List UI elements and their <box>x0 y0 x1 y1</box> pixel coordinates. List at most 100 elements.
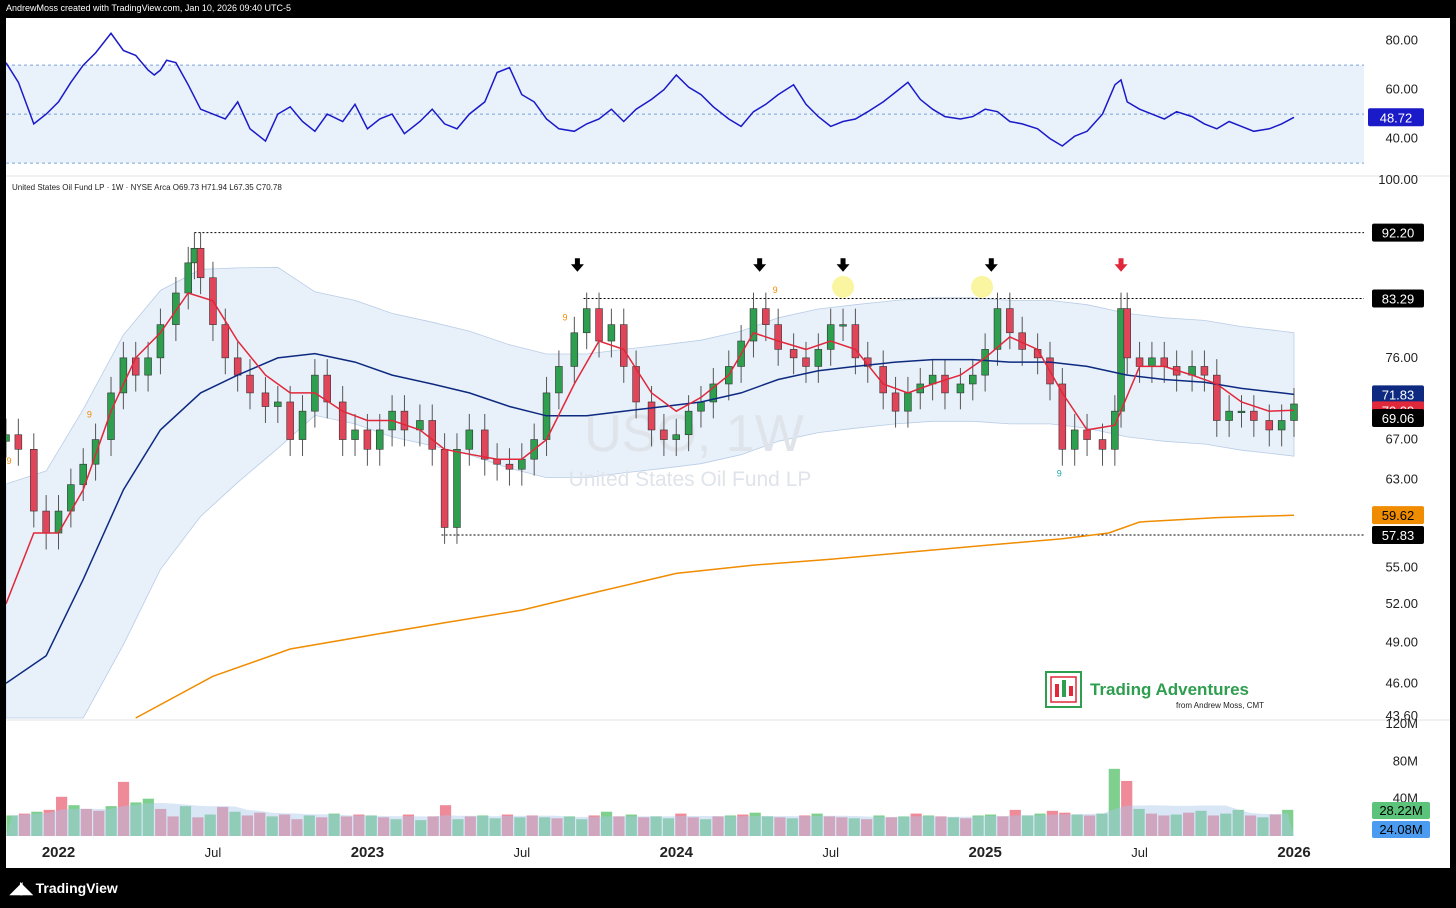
candle-body <box>1200 366 1209 376</box>
rsi-last-label: 48.72 <box>1380 110 1413 125</box>
candle-body <box>338 401 347 440</box>
candle-body <box>42 510 50 534</box>
price-tick-label: 63.00 <box>1385 471 1418 486</box>
rsi-tick-label: 60.00 <box>1385 82 1418 97</box>
x-tick-label: Jul <box>205 845 222 860</box>
candle-body <box>1117 308 1125 412</box>
level-label: 57.83 <box>1382 528 1415 543</box>
candle-body <box>1135 357 1144 367</box>
axes: 2022 Jul 2023 Jul 2024 Jul 2025 Jul 2026 <box>42 844 1311 861</box>
price-tick-label: 67.00 <box>1385 432 1418 447</box>
price-tick-label: 76.00 <box>1385 350 1418 365</box>
arrow-down-icon <box>836 258 850 272</box>
arrow-down-icon <box>1114 258 1128 272</box>
x-tick-label: Jul <box>1131 845 1148 860</box>
rsi-tick-label: 80.00 <box>1385 33 1418 48</box>
ohlc-readout: United States Oil Fund LP · 1W · NYSE Ar… <box>12 183 282 192</box>
candle-body <box>762 308 770 325</box>
candle-body <box>697 401 705 412</box>
price-tick-label: 55.00 <box>1385 559 1418 574</box>
candle-body <box>286 401 294 440</box>
volume-pane: 120M80M40M28.22M24.08M <box>6 716 1430 838</box>
candle-body <box>1083 429 1091 440</box>
top-bar: AndrewMoss created with TradingView.com,… <box>0 0 1456 18</box>
volume-tick-label: 80M <box>1393 753 1418 768</box>
brand-logo-candle-1 <box>1055 684 1059 697</box>
tradingview-logo[interactable]: ◢◣ TradingView <box>10 878 118 898</box>
count-label: 9 <box>563 313 568 323</box>
highlight-circle <box>832 275 855 298</box>
candle-body <box>2 434 10 442</box>
arrow-down-icon <box>753 258 767 272</box>
candle-body <box>221 324 230 359</box>
candle-body <box>131 357 140 376</box>
volume-tick-label: 120M <box>1385 716 1418 731</box>
candle-body <box>891 392 900 412</box>
candle-body <box>481 429 489 460</box>
candle-body <box>428 420 436 450</box>
count-label: 9 <box>773 285 778 295</box>
x-tick-label: 2026 <box>1277 844 1310 861</box>
candle-body <box>363 429 372 450</box>
candle-body <box>323 374 331 403</box>
credit-text: AndrewMoss created with TradingView.com,… <box>6 3 291 13</box>
candle-body <box>904 392 912 412</box>
candle-body <box>839 324 847 327</box>
tradingview-icon: ◢◣ <box>10 880 33 897</box>
candle-body <box>261 392 270 407</box>
candle-body <box>789 349 798 359</box>
candle-body <box>298 410 307 440</box>
brand-tagline: from Andrew Moss, CMT <box>1176 701 1264 710</box>
candle-body <box>1265 420 1274 431</box>
watermark-ticker: USO, 1W <box>584 405 804 463</box>
footer-bar <box>0 868 1456 908</box>
volume-average-area <box>6 803 1294 836</box>
candle-body <box>570 332 579 367</box>
candle-body <box>1290 403 1298 421</box>
watermark-name: United States Oil Fund LP <box>569 468 812 491</box>
x-tick-label: Jul <box>514 845 531 860</box>
candle-body <box>465 429 474 450</box>
candle-body <box>647 401 656 431</box>
candle-body <box>620 324 628 367</box>
brand-logo: Trading Adventures from Andrew Moss, CMT <box>1045 671 1264 710</box>
candle-body <box>184 262 192 294</box>
candle-body <box>684 410 693 436</box>
candle-body <box>246 374 254 394</box>
candle-body <box>607 324 616 342</box>
candle-body <box>774 324 782 350</box>
candle-body <box>826 324 835 350</box>
candle-body <box>119 357 128 394</box>
volume-label-up: 28.22M <box>1379 803 1422 818</box>
count-label: 9 <box>87 410 92 420</box>
candle-body <box>351 429 359 440</box>
candle-body <box>595 308 603 342</box>
candle-body <box>518 458 526 470</box>
candle-body <box>981 349 989 376</box>
candle-body <box>814 349 823 367</box>
level-label: 92.20 <box>1382 226 1415 241</box>
arrow-down-icon <box>570 258 584 272</box>
candle-body <box>1277 420 1286 431</box>
last-price-label: 69.06 <box>1382 411 1415 426</box>
x-tick-label: 2023 <box>351 844 384 861</box>
candle-body <box>660 429 668 440</box>
candle-body <box>1006 308 1014 334</box>
chart-svg[interactable]: 80.00 60.00 40.00 48.72 United States Oil F… <box>2 18 1450 868</box>
price-band <box>5 266 1295 719</box>
price-tick-label: 46.00 <box>1385 675 1418 690</box>
x-tick-label: 2024 <box>660 844 694 861</box>
x-tick-label: 2025 <box>968 844 1001 861</box>
price-tick-label: 49.00 <box>1385 634 1418 649</box>
candle-body <box>14 434 23 450</box>
candle-body <box>802 357 810 367</box>
candle-body <box>1160 357 1169 367</box>
candle-body <box>375 429 384 450</box>
candle-body <box>1123 308 1131 359</box>
candle-body <box>993 308 1002 350</box>
candle-body <box>1213 374 1221 421</box>
rsi-pane: 80.00 60.00 40.00 48.72 <box>5 32 1450 177</box>
candle-body <box>453 448 461 528</box>
volume-label-avg: 24.08M <box>1379 822 1422 837</box>
candle-body <box>1111 410 1119 450</box>
